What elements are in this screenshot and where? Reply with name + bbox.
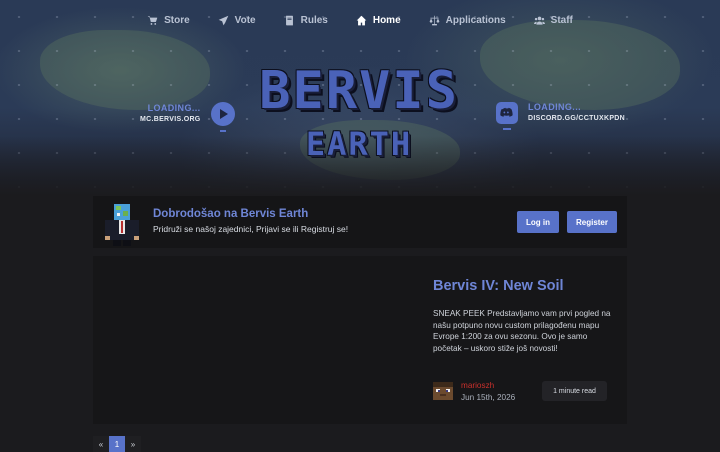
- nav-item-applications[interactable]: Applications: [429, 10, 506, 30]
- play-icon[interactable]: [210, 102, 235, 132]
- server-address[interactable]: MC.BERVIS.ORG: [140, 114, 201, 125]
- nav-label: Home: [372, 14, 401, 26]
- welcome-bar: Dobrodošao na Bervis Earth Pridruži se n…: [93, 196, 627, 248]
- logo-line-2: EARTH: [305, 125, 413, 163]
- nav-item-rules[interactable]: Rules: [284, 10, 328, 30]
- paper-plane-icon: [218, 15, 228, 25]
- post-title[interactable]: Bervis IV: New Soil: [433, 278, 564, 294]
- welcome-title: Dobrodošao na Bervis Earth: [153, 208, 309, 220]
- news-post-card[interactable]: Bervis IV: New Soil SNEAK PEEK Predstavl…: [93, 256, 627, 424]
- main-nav: Store Vote Rules Home Applications Staff: [0, 10, 720, 30]
- nav-item-vote[interactable]: Vote: [218, 10, 256, 30]
- logo-line-1: BERVIS: [259, 61, 459, 121]
- home-icon: [356, 15, 367, 25]
- nav-label: Store: [164, 14, 190, 26]
- discord-status-text: LOADING...: [528, 102, 581, 112]
- nav-label: Applications: [445, 14, 506, 26]
- nav-item-home[interactable]: Home: [356, 10, 401, 30]
- cart-icon: [147, 15, 158, 25]
- player-avatar: [105, 204, 139, 246]
- read-time-badge: 1 minute read: [542, 381, 607, 401]
- nav-label: Vote: [234, 14, 256, 26]
- post-date: Jun 15th, 2026: [461, 393, 516, 402]
- welcome-subtitle: Pridruži se našoj zajednici, Prijavi se …: [153, 224, 349, 234]
- post-excerpt: SNEAK PEEK Predstavljamo vam prvi pogled…: [433, 309, 611, 353]
- users-icon: [533, 16, 545, 25]
- discord-icon[interactable]: [496, 102, 518, 130]
- post-author[interactable]: marioszh: [461, 381, 494, 390]
- register-button[interactable]: Register: [567, 211, 617, 233]
- site-logo[interactable]: BERVIS EARTH: [246, 60, 472, 168]
- discord-invite[interactable]: DISCORD.GG/CCTUXKPDN: [528, 113, 625, 124]
- server-status-text: LOADING...: [147, 103, 201, 113]
- nav-label: Staff: [550, 14, 573, 26]
- nav-item-store[interactable]: Store: [147, 10, 190, 30]
- scales-icon: [429, 15, 439, 25]
- book-icon: [285, 15, 293, 25]
- discord-status[interactable]: LOADING... DISCORD.GG/CCTUXKPDN: [496, 102, 625, 130]
- author-avatar: [433, 382, 453, 400]
- login-button[interactable]: Log in: [517, 211, 559, 233]
- nav-label: Rules: [300, 14, 328, 26]
- nav-item-staff[interactable]: Staff: [533, 10, 573, 30]
- server-status[interactable]: LOADING... MC.BERVIS.ORG: [140, 102, 235, 132]
